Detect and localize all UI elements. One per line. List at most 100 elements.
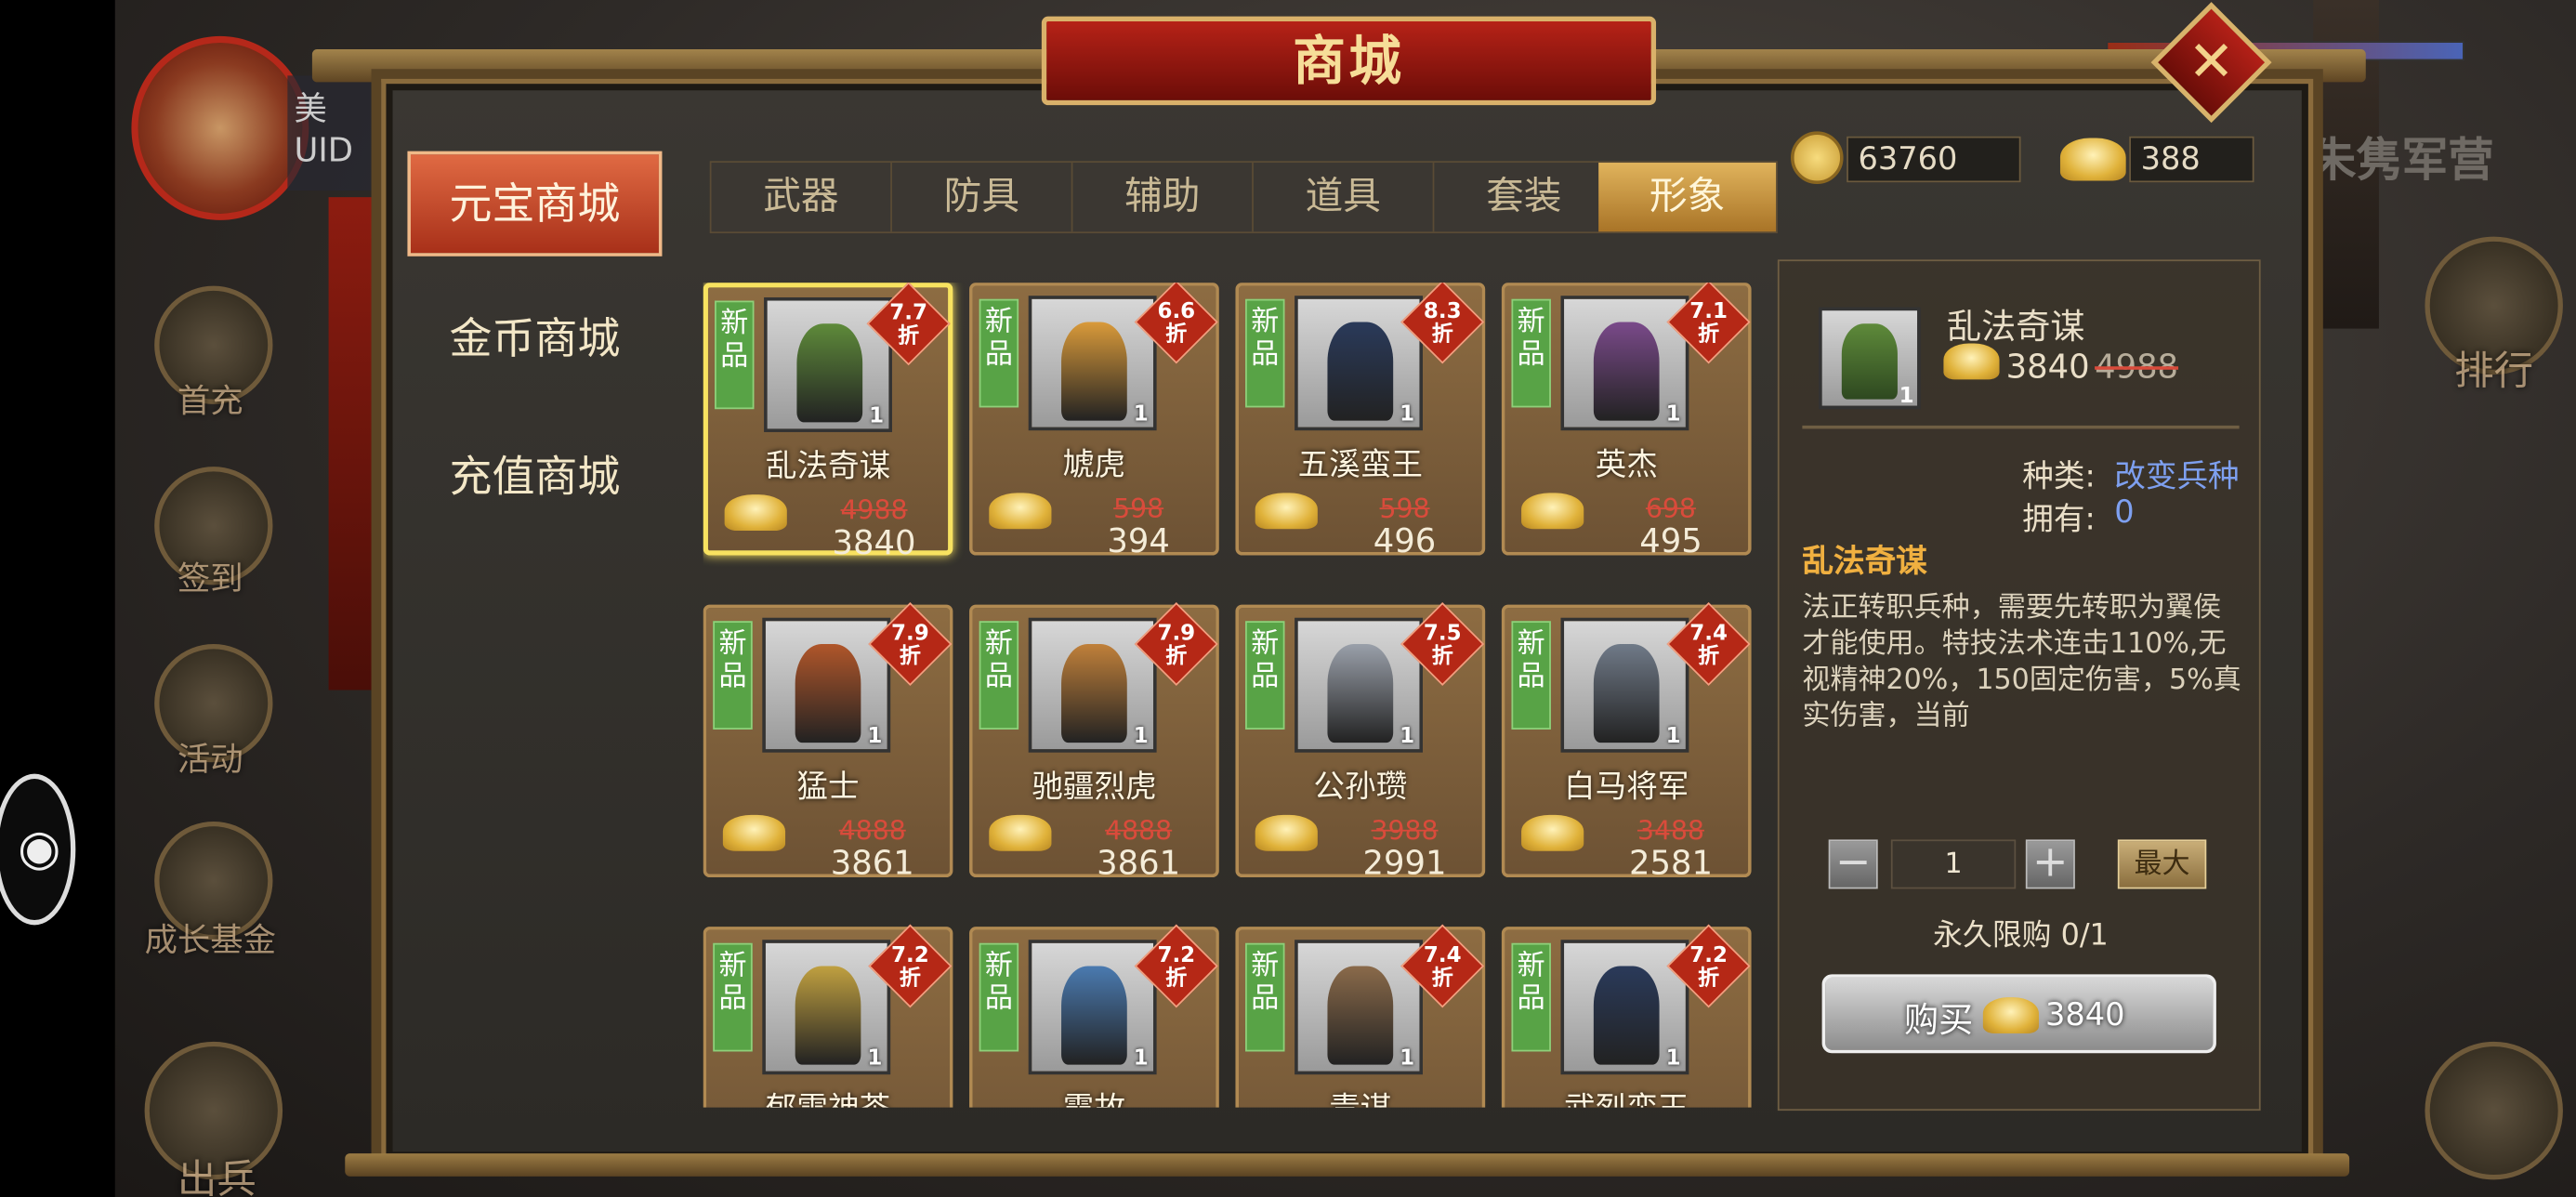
item-portrait: 1 — [762, 940, 891, 1075]
detail-qty-badge: 1 — [1899, 384, 1914, 410]
sidebar-item-gold-shop[interactable]: 金币商城 — [407, 289, 662, 394]
item-figure — [1061, 966, 1127, 1065]
item-price: 496 — [1373, 520, 1437, 560]
max-button[interactable]: 最大 — [2117, 839, 2207, 889]
item-old-price: 4888 — [1105, 814, 1173, 847]
new-badge: 新品 — [1245, 298, 1285, 408]
new-badge: 新品 — [713, 942, 753, 1052]
item-qty: 1 — [869, 403, 885, 429]
item-card[interactable]: 新品 1 7.2折郁雪神茶 — [703, 924, 953, 1108]
decrease-button[interactable]: − — [1828, 839, 1878, 889]
close-icon: ✕ — [2188, 29, 2235, 96]
item-qty: 1 — [867, 1046, 883, 1072]
ingot-icon — [1255, 814, 1318, 851]
item-portrait: 1 — [762, 617, 891, 753]
quantity-input[interactable]: 1 — [1890, 839, 2017, 889]
detail-heading: 乱法奇谋 — [1802, 544, 1927, 581]
item-figure — [796, 323, 863, 423]
item-card[interactable]: 新品 1 7.7 折乱法奇谋 4988 3840 — [703, 283, 953, 562]
discount-suffix: 折 — [898, 324, 920, 349]
discount-value: 7.9 — [1157, 621, 1196, 647]
item-name: 青谋 — [1239, 1085, 1482, 1108]
new-badge: 新品 — [713, 621, 753, 730]
shop-title: 商城 — [1041, 16, 1657, 106]
item-name: 英杰 — [1595, 446, 1658, 483]
tab-sets[interactable]: 套装 — [1434, 163, 1615, 232]
stage: ◉ 美 UID 首充 签到 活动 成长基金 出兵 朱隽军营 排行 商城 ✕ 元宝… — [0, 0, 2576, 1197]
increase-button[interactable]: + — [2025, 839, 2075, 889]
item-card[interactable]: 新品 1 7.9 折猛士 4888 3861 — [703, 602, 953, 882]
buy-price: 3840 — [2045, 997, 2125, 1034]
discount-suffix: 折 — [1165, 644, 1188, 670]
item-figure — [1327, 322, 1394, 421]
scaled-canvas: ◉ 美 UID 首充 签到 活动 成长基金 出兵 朱隽军营 排行 商城 ✕ 元宝… — [0, 0, 2576, 1197]
item-card[interactable]: 新品 1 7.2折武烈蛮王 — [1501, 924, 1752, 1108]
tab-weapons[interactable]: 武器 — [712, 163, 892, 232]
item-price: 3861 — [1097, 842, 1181, 883]
discount-suffix: 折 — [1698, 644, 1720, 670]
discount-value: 7.9 — [891, 621, 929, 647]
item-figure — [1061, 644, 1127, 743]
item-card[interactable]: 新品 1 7.1 折英杰 698 495 — [1501, 283, 1752, 560]
item-card[interactable]: 新品 1 7.4 折白马将军 3488 2581 — [1501, 602, 1752, 882]
floating-assist-button[interactable]: ◉ — [0, 773, 76, 926]
type-label: 种类: — [2022, 458, 2096, 495]
item-name: 五溪蛮王 — [1297, 446, 1424, 483]
item-name: 白马将军 — [1564, 769, 1689, 806]
discount-value: 7.4 — [1689, 621, 1728, 647]
discount-suffix: 折 — [1165, 322, 1188, 348]
item-qty: 1 — [1133, 402, 1149, 428]
type-value: 改变兵种 — [2114, 458, 2240, 495]
item-qty: 1 — [867, 724, 883, 750]
ingot-icon — [1521, 814, 1584, 851]
item-portrait: 1 — [1560, 617, 1689, 753]
discount-value: 7.4 — [1423, 943, 1462, 969]
item-old-price: 598 — [1379, 493, 1430, 524]
player-name: 美 — [294, 88, 327, 128]
item-price: 3840 — [832, 522, 916, 562]
tab-items[interactable]: 道具 — [1254, 163, 1435, 232]
new-badge: 新品 — [715, 300, 755, 410]
discount-badge: 7.2 折 — [868, 924, 953, 1008]
player-avatar[interactable] — [131, 35, 309, 220]
item-portrait: 1 — [1028, 617, 1157, 753]
discount-badge: 8.3 折 — [1400, 283, 1485, 364]
item-figure — [1593, 966, 1660, 1065]
item-card[interactable]: 新品 1 7.5 折公孙瓒 3988 2991 — [1235, 602, 1486, 882]
new-badge: 新品 — [1511, 942, 1551, 1052]
item-figure — [1593, 322, 1660, 421]
item-card[interactable]: 新品 1 6.6 折虓虎 598 394 — [969, 283, 1219, 560]
item-price: 2581 — [1628, 842, 1713, 883]
ingot-icon — [989, 493, 1052, 530]
item-card[interactable]: 新品 1 8.3 折五溪蛮王 598 496 — [1235, 283, 1486, 560]
item-card[interactable]: 新品 1 7.9 折驰疆烈虎 4888 3861 — [969, 602, 1219, 882]
sidebar-item-ingot-shop[interactable]: 元宝商城 — [407, 151, 663, 256]
tab-armor[interactable]: 防具 — [892, 163, 1073, 232]
growth-fund-label: 成长基金 — [144, 920, 277, 960]
tab-appearance[interactable]: 形象 — [1598, 163, 1777, 232]
discount-badge: 6.6 折 — [1134, 283, 1218, 364]
ingot-icon — [722, 814, 786, 851]
discount-suffix: 折 — [1698, 967, 1720, 992]
discount-badge: 7.7 折 — [866, 283, 951, 366]
item-qty: 1 — [1400, 724, 1415, 750]
item-price: 495 — [1639, 520, 1702, 560]
item-portrait: 1 — [1560, 940, 1689, 1075]
menu-icon[interactable] — [2425, 1041, 2563, 1180]
item-card[interactable]: 新品 1 7.2折霞故 — [969, 924, 1219, 1108]
item-old-price: 4888 — [838, 814, 906, 847]
item-figure — [795, 644, 861, 743]
discount-value: 8.3 — [1423, 299, 1462, 325]
item-card[interactable]: 新品 1 7.4折青谋 — [1235, 924, 1486, 1108]
discount-suffix: 折 — [1165, 967, 1188, 992]
discount-badge: 7.2 折 — [1666, 924, 1751, 1008]
detail-ingot-icon — [1943, 343, 2000, 380]
detail-description: 法正转职兵种，需要先转职为翼侯才能使用。特技法术连击110%,无视精神20%，1… — [1802, 591, 2241, 731]
discount-badge: 7.5 折 — [1400, 602, 1485, 687]
tab-accessory[interactable]: 辅助 — [1072, 163, 1254, 232]
item-portrait: 1 — [1028, 940, 1157, 1075]
sidebar-item-recharge-shop[interactable]: 充值商城 — [407, 428, 662, 533]
first-recharge-label: 首充 — [177, 381, 243, 421]
item-portrait: 1 — [1295, 617, 1424, 753]
buy-button[interactable]: 购买 3840 — [1821, 974, 2216, 1054]
